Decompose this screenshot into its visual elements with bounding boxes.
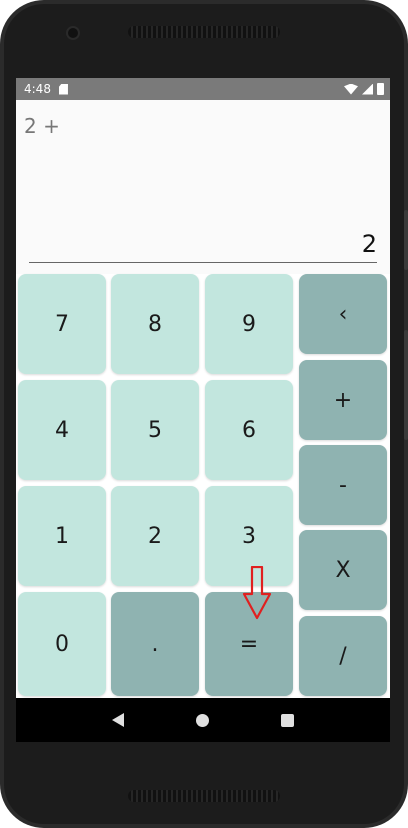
status-icons: [344, 83, 390, 95]
phone-frame: 4:48 2 + 2 7 8 9 4 5 6 1 2 3 0 . = ‹ + -…: [0, 0, 408, 828]
top-speaker: [128, 26, 280, 38]
calculator-display: 2 + 2: [16, 100, 390, 274]
key-1[interactable]: 1: [18, 486, 106, 586]
key-6[interactable]: 6: [205, 380, 293, 480]
keypad: 7 8 9 4 5 6 1 2 3 0 . = ‹ + - X /: [16, 274, 390, 698]
key-3[interactable]: 3: [205, 486, 293, 586]
key-equals[interactable]: =: [205, 592, 293, 696]
status-bar: 4:48: [16, 78, 390, 100]
key-8[interactable]: 8: [111, 274, 199, 374]
key-7[interactable]: 7: [18, 274, 106, 374]
status-time: 4:48: [24, 82, 51, 96]
expression-text: 2 +: [24, 114, 60, 138]
key-5[interactable]: 5: [111, 380, 199, 480]
volume-button: [404, 210, 408, 270]
key-9[interactable]: 9: [205, 274, 293, 374]
key-2[interactable]: 2: [111, 486, 199, 586]
key-backspace[interactable]: ‹: [299, 274, 387, 354]
key-multiply[interactable]: X: [299, 530, 387, 610]
power-button: [404, 330, 408, 440]
bottom-speaker: [128, 790, 280, 802]
wifi-icon: [344, 83, 358, 95]
back-icon[interactable]: [112, 713, 124, 727]
key-divide[interactable]: /: [299, 616, 387, 696]
key-4[interactable]: 4: [18, 380, 106, 480]
screen: 4:48 2 + 2 7 8 9 4 5 6 1 2 3 0 . = ‹ + -…: [16, 78, 390, 742]
key-plus[interactable]: +: [299, 360, 387, 440]
home-icon[interactable]: [196, 713, 209, 727]
navigation-bar: [16, 698, 390, 742]
key-0[interactable]: 0: [18, 592, 106, 696]
key-decimal[interactable]: .: [111, 592, 199, 696]
front-camera: [66, 26, 80, 40]
display-divider: [29, 262, 377, 263]
sd-card-icon: [58, 83, 68, 95]
result-text: 2: [361, 230, 377, 258]
signal-icon: [362, 83, 373, 95]
key-minus[interactable]: -: [299, 445, 387, 525]
battery-icon: [377, 83, 384, 95]
recents-icon[interactable]: [281, 713, 294, 727]
